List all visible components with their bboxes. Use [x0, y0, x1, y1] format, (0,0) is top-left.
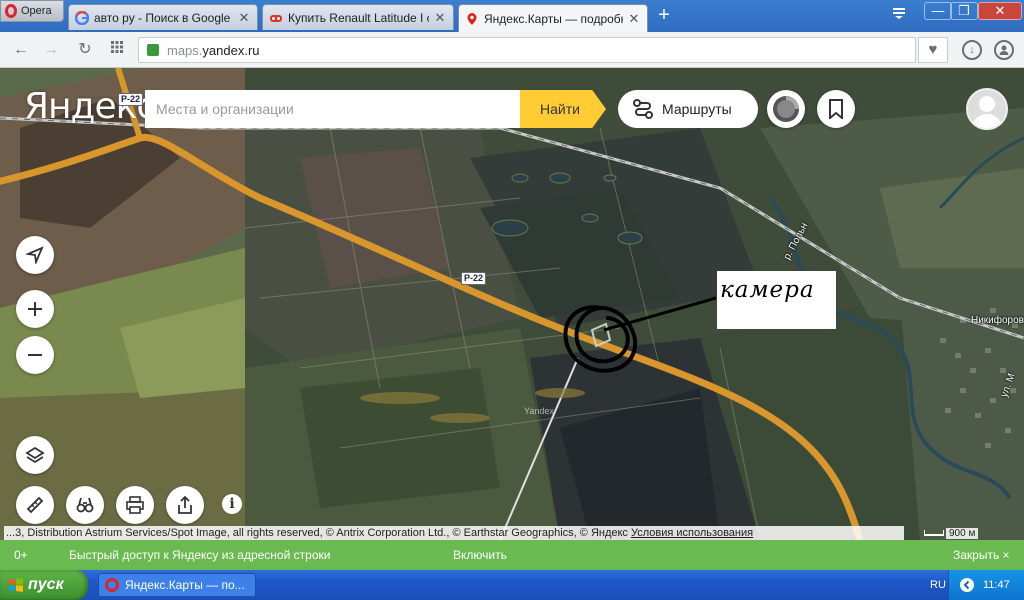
bookmarks-button[interactable] [817, 90, 855, 128]
reload-icon[interactable]: ↻ [74, 40, 96, 60]
tab-yandex-maps[interactable]: Яндекс.Карты — подробна ✕ [458, 4, 648, 32]
secure-lock-icon [147, 44, 159, 56]
copyright-text: ...3, Distribution Astrium Services/Spot… [6, 527, 631, 539]
bookmark-icon [829, 99, 843, 119]
search-input[interactable]: Места и организации [145, 90, 521, 128]
back-icon[interactable]: ← [10, 40, 32, 60]
opera-logo-icon [5, 4, 17, 18]
start-button[interactable]: пуск [0, 570, 88, 600]
geolocation-button[interactable] [16, 236, 54, 274]
notification-count: 0+ [14, 548, 28, 562]
tab-close-icon[interactable]: ✕ [627, 11, 641, 27]
yandex-watermark: Yandex [524, 406, 554, 416]
layers-button[interactable] [16, 436, 54, 474]
satellite-map-imagery [0, 68, 1024, 540]
windows-taskbar: пуск Яндекс.Карты — по... RU 11:47 [0, 570, 1024, 600]
account-icon[interactable] [994, 40, 1014, 60]
speed-dial-icon[interactable] [106, 40, 128, 60]
address-toolbar: ← → ↻ maps. yandex.ru ♥ ↓ [0, 32, 1024, 68]
route-icon [633, 99, 653, 119]
url-domain: yandex.ru [202, 42, 260, 58]
place-label: Никифоров [971, 315, 1024, 326]
user-icon [968, 90, 1006, 128]
tray-arrow-icon[interactable] [959, 577, 975, 593]
url-field[interactable]: maps. yandex.ru [138, 37, 916, 63]
taskbar-item-opera[interactable]: Яндекс.Карты — по... [98, 573, 256, 597]
print-button[interactable] [116, 486, 154, 524]
user-avatar[interactable] [966, 88, 1008, 130]
plus-icon [28, 302, 42, 316]
taskbar-item-label: Яндекс.Карты — по... [125, 578, 245, 592]
yandex-maps-pin-icon [465, 12, 479, 26]
tab-auto-ru[interactable]: Купить Renault Latitude I с ✕ [262, 4, 454, 30]
terms-link[interactable]: Условия использования [631, 527, 753, 539]
tab-title: Яндекс.Карты — подробна [484, 11, 623, 26]
language-indicator[interactable]: RU [930, 579, 946, 591]
google-icon [75, 10, 89, 25]
url-subdomain: maps. [167, 42, 203, 58]
auto-ru-icon [269, 11, 283, 25]
location-arrow-icon [26, 246, 44, 264]
notification-message: Быстрый доступ к Яндексу из адресной стр… [69, 548, 331, 562]
routes-label: Маршруты [662, 101, 732, 117]
tab-google-search[interactable]: авто ру - Поиск в Google ✕ [68, 4, 258, 30]
zoom-in-button[interactable] [16, 290, 54, 328]
traffic-button[interactable] [767, 90, 805, 128]
minimize-icon[interactable]: — [924, 2, 952, 20]
bookmark-heart-icon[interactable]: ♥ [918, 37, 948, 63]
scale-label: 900 м [946, 527, 979, 539]
system-tray: 11:47 [948, 570, 1024, 600]
zoom-out-button[interactable] [16, 336, 54, 374]
camera-annotation: камера [717, 271, 836, 329]
enable-button[interactable]: Включить [453, 548, 507, 562]
binoculars-icon [76, 497, 94, 513]
tab-menu-icon[interactable] [890, 6, 908, 24]
find-button[interactable]: Найти [520, 90, 606, 128]
new-tab-icon[interactable]: + [655, 5, 673, 25]
start-label: пуск [28, 576, 64, 593]
close-notification-button[interactable]: Закрыть × [953, 548, 1010, 562]
map-viewport[interactable]: Яндекс Места и организации Найти Маршрут… [0, 68, 1024, 540]
share-icon [178, 495, 192, 514]
tab-title: авто ру - Поиск в Google [94, 10, 231, 25]
panorama-button[interactable] [66, 486, 104, 524]
tab-close-icon[interactable]: ✕ [433, 10, 447, 26]
map-scale: 900 м [924, 526, 1014, 540]
opera-icon [105, 578, 119, 592]
window-close-icon[interactable]: ✕ [978, 2, 1022, 20]
ruler-button[interactable] [16, 486, 54, 524]
traffic-icon [773, 96, 799, 122]
map-copyright: ...3, Distribution Astrium Services/Spot… [4, 526, 904, 540]
layers-icon [25, 446, 45, 464]
share-button[interactable] [166, 486, 204, 524]
minus-icon [28, 354, 42, 356]
printer-icon [126, 496, 144, 514]
windows-flag-icon [9, 578, 23, 592]
road-label: Р-22 [118, 93, 144, 106]
tab-title: Купить Renault Latitude I с [288, 10, 429, 25]
opera-label: Opera [21, 5, 52, 17]
opera-menu-button[interactable]: Opera [0, 0, 64, 22]
ruler-icon [26, 496, 44, 514]
road-label: Р-22 [461, 272, 487, 285]
info-icon[interactable]: i [222, 494, 242, 514]
download-icon[interactable]: ↓ [962, 40, 982, 60]
scale-bar [924, 530, 944, 536]
clock: 11:47 [983, 579, 1010, 591]
tab-close-icon[interactable]: ✕ [237, 10, 251, 26]
forward-icon[interactable]: → [40, 40, 62, 60]
routes-button[interactable]: Маршруты [618, 90, 758, 128]
notification-bar: 0+ Быстрый доступ к Яндексу из адресной … [0, 540, 1024, 570]
maximize-icon[interactable]: ❐ [950, 2, 978, 20]
browser-tab-bar: Opera авто ру - Поиск в Google ✕ Купить … [0, 0, 1024, 32]
